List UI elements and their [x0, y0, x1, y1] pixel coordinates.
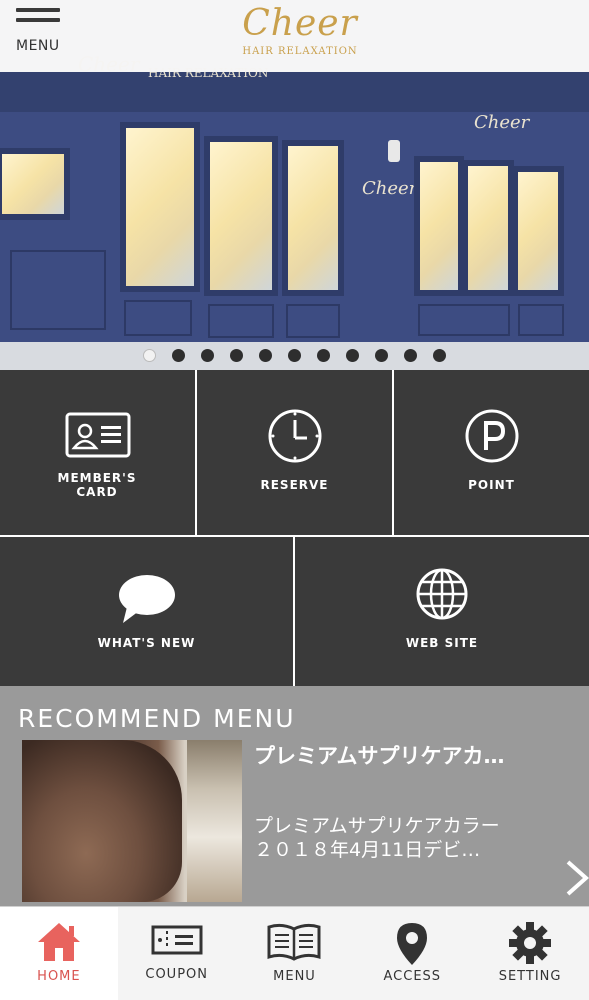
- carousel-dot[interactable]: [259, 349, 272, 362]
- logo-sub-text: HAIR RELAXATION: [242, 46, 358, 57]
- members-card-tile[interactable]: MEMBER'S CARD: [0, 370, 195, 535]
- recommend-item-name: プレミアムサプリケアカ…: [254, 744, 505, 768]
- map-pin-icon: [397, 923, 428, 965]
- carousel-dot[interactable]: [143, 349, 156, 362]
- hero-window-right-1: [414, 156, 464, 296]
- hero-window-right-2: [462, 160, 514, 296]
- hamburger-icon-bar: [16, 18, 60, 22]
- reserve-tile[interactable]: RESERVE: [197, 370, 392, 535]
- hero-panel: [208, 304, 274, 338]
- tab-home-label: HOME: [37, 969, 81, 984]
- web-site-tile[interactable]: WEB SITE: [295, 537, 589, 686]
- reserve-label: RESERVE: [260, 478, 329, 492]
- home-icon: [37, 923, 80, 961]
- menu-button[interactable]: MENU: [16, 8, 64, 58]
- whats-new-tile[interactable]: WHAT'S NEW: [0, 537, 293, 686]
- tab-menu-label: MENU: [273, 969, 316, 984]
- point-tile[interactable]: POINT: [394, 370, 589, 535]
- tab-access-label: ACCESS: [383, 969, 442, 984]
- carousel-dot[interactable]: [433, 349, 446, 362]
- recommend-card[interactable]: プレミアムサプリケアカ… プレミアムサプリケアカラー ２０１８年4月11日デビ…: [22, 740, 589, 906]
- hero-door-mid: [204, 136, 278, 296]
- recommend-section: RECOMMEND MENU プレミアムサプリケアカ… プレミアムサプリケアカラ…: [0, 686, 589, 906]
- tab-setting-label: SETTING: [498, 969, 562, 984]
- recommend-title: RECOMMEND MENU: [18, 704, 296, 733]
- point-icon: [465, 409, 518, 463]
- hero-door-right: [282, 140, 344, 296]
- tab-coupon-label: COUPON: [145, 967, 208, 982]
- hero-panel: [124, 300, 192, 336]
- brand-logo: Cheer HAIR RELAXATION: [240, 4, 360, 64]
- hero-panel: [10, 250, 106, 330]
- app-header: MENU Cheer HAIR RELAXATION: [0, 0, 589, 72]
- hero-sign-right: Cheer: [474, 112, 530, 133]
- web-site-label: WEB SITE: [405, 636, 479, 650]
- carousel-dot[interactable]: [288, 349, 301, 362]
- carousel-dot[interactable]: [201, 349, 214, 362]
- recommend-thumbnail: [22, 740, 242, 902]
- hero-door-left: [120, 122, 200, 292]
- tab-menu[interactable]: MENU: [236, 907, 354, 1000]
- hero-panel: [418, 304, 510, 336]
- carousel-dot[interactable]: [346, 349, 359, 362]
- thumbnail-hair: [22, 740, 182, 902]
- carousel-dot[interactable]: [317, 349, 330, 362]
- carousel-dots[interactable]: [0, 345, 589, 362]
- tab-setting[interactable]: SETTING: [471, 907, 589, 1000]
- hero-sign-pillar: Cheer: [362, 178, 418, 199]
- recommend-desc-line1: プレミアムサプリケアカラー: [254, 815, 500, 837]
- hero-window-left: [0, 148, 70, 220]
- menu-label: MENU: [16, 38, 60, 54]
- hero-beam: [0, 72, 589, 112]
- ticket-icon: [151, 925, 203, 955]
- bottom-tab-bar: HOME COUPON MENU ACCESS SETTING: [0, 906, 589, 1000]
- hero-lamp: [388, 140, 400, 162]
- recommend-desc-line2: ２０１８年4月11日デビ…: [254, 839, 481, 861]
- book-icon: [267, 923, 321, 961]
- clock-icon: [268, 409, 321, 463]
- globe-icon: [416, 568, 468, 620]
- members-card-label: MEMBER'S CARD: [57, 471, 137, 499]
- recommend-item-description: プレミアムサプリケアカラー ２０１８年4月11日デビ…: [254, 814, 544, 862]
- tab-home[interactable]: HOME: [0, 907, 118, 1000]
- id-card-icon: [65, 412, 130, 458]
- feature-grid: MEMBER'S CARD RESERVE POINT WHAT'S NEW W…: [0, 370, 589, 686]
- speech-bubble-icon: [118, 575, 175, 623]
- carousel-dot[interactable]: [375, 349, 388, 362]
- hamburger-icon: [16, 8, 60, 12]
- whats-new-label: WHAT'S NEW: [97, 636, 196, 650]
- tab-coupon[interactable]: COUPON: [118, 907, 236, 1000]
- gear-icon: [509, 922, 552, 964]
- tab-access[interactable]: ACCESS: [353, 907, 471, 1000]
- hero-panel: [286, 304, 340, 338]
- thumbnail-shelf: [187, 740, 242, 902]
- point-label: POINT: [468, 478, 515, 492]
- chevron-right-icon[interactable]: [562, 858, 589, 898]
- carousel-dot[interactable]: [230, 349, 243, 362]
- logo-main-text: Cheer: [242, 3, 358, 44]
- hero-panel: [518, 304, 564, 336]
- hero-window-right-3: [512, 166, 564, 296]
- carousel-dot[interactable]: [404, 349, 417, 362]
- carousel-dot[interactable]: [172, 349, 185, 362]
